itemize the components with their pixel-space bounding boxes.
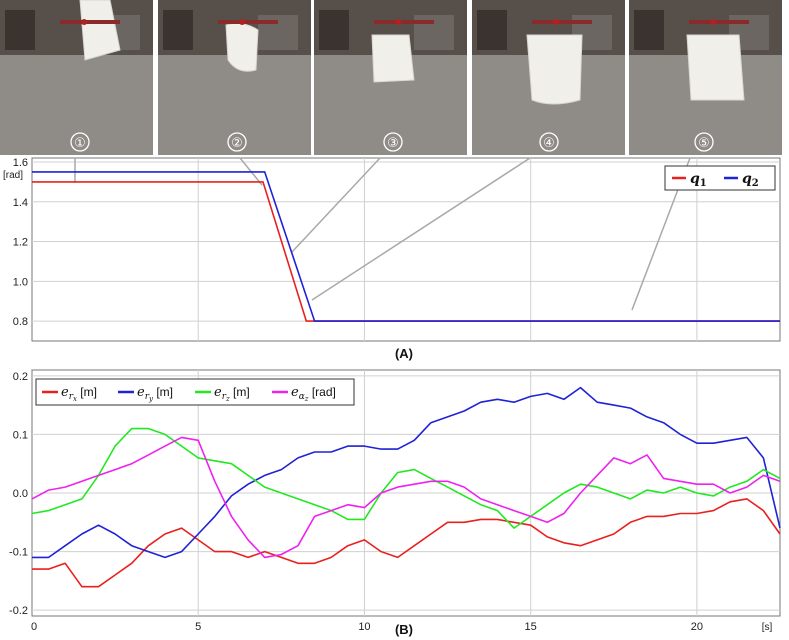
legend-a: q1 q2 <box>664 165 776 191</box>
photo-drone-arm <box>374 20 434 24</box>
photo-drone-body <box>553 19 560 25</box>
y-tick-label: 0.2 <box>13 371 28 383</box>
legend-b: erx [m] ery [m] erz [m] eαz [rad] <box>35 378 355 406</box>
y-tick-label: 0.8 <box>13 316 28 328</box>
x-axis-label: [s] <box>762 622 773 633</box>
photo-drone-arm <box>60 20 120 24</box>
photo-cloth <box>686 34 745 101</box>
photo-panel: ④ <box>472 0 625 155</box>
photo-shelf <box>319 10 349 50</box>
photo-panel: ① <box>0 0 153 155</box>
photo-drone-arm <box>532 20 592 24</box>
x-tick-label: 20 <box>691 621 703 633</box>
photo-panel: ② <box>158 0 311 155</box>
photo-panel: ⑤ <box>629 0 782 155</box>
y-tick-label: 1.4 <box>13 197 28 209</box>
photo-drone-arm <box>218 20 278 24</box>
photo-drone-body <box>239 19 246 25</box>
photo-cloth <box>526 34 583 105</box>
photo-label: ③ <box>387 136 399 151</box>
x-tick-label: 0 <box>31 621 37 633</box>
photo-cloth <box>371 34 415 83</box>
y-tick-label: 1.2 <box>13 237 28 249</box>
photo-shelf <box>5 10 35 50</box>
x-tick-label: 15 <box>525 621 537 633</box>
photo-label: ② <box>231 136 243 151</box>
caption-a: (A) <box>395 346 413 361</box>
y-tick-label: -0.1 <box>9 547 28 559</box>
y-tick-label: 1.6 <box>13 157 28 169</box>
photo-label: ④ <box>543 136 555 151</box>
photo-label: ① <box>74 136 86 151</box>
chart-a: 0.8 1.0 1.2 1.4 1.6[rad] q1 q2 (A) <box>3 157 781 361</box>
photo-cloth <box>225 22 259 72</box>
photo-drone-body <box>710 19 717 25</box>
photo-shelf <box>163 10 193 50</box>
photo-panel: ③ <box>314 0 467 155</box>
photo-drone-body <box>81 19 88 25</box>
x-tick-label: 10 <box>358 621 370 633</box>
chart-b: -0.2 -0.1 0.0 0.1 0.2 0 5 10 15 20 [s] erx [m] ery [… <box>9 369 781 637</box>
y-tick-label: 0.0 <box>13 488 28 500</box>
photo-strip: ① ② ③ ④ ⑤ <box>0 0 782 155</box>
y-axis-label: [rad] <box>3 170 23 181</box>
photo-label: ⑤ <box>698 136 710 151</box>
photo-shelf <box>634 10 664 50</box>
y-tick-label: 1.0 <box>13 276 28 288</box>
caption-b: (B) <box>395 622 413 637</box>
y-tick-label: -0.2 <box>9 605 28 617</box>
figure: ①②③④⑤ 0.81.01.21.41.6[rad] q1 q2(A) -0.2-0… <box>0 0 782 637</box>
x-tick-label: 5 <box>195 621 201 633</box>
photo-drone-arm <box>689 20 749 24</box>
y-tick-label: 0.1 <box>13 429 28 441</box>
photo-drone-body <box>395 19 402 25</box>
photo-shelf <box>477 10 507 50</box>
